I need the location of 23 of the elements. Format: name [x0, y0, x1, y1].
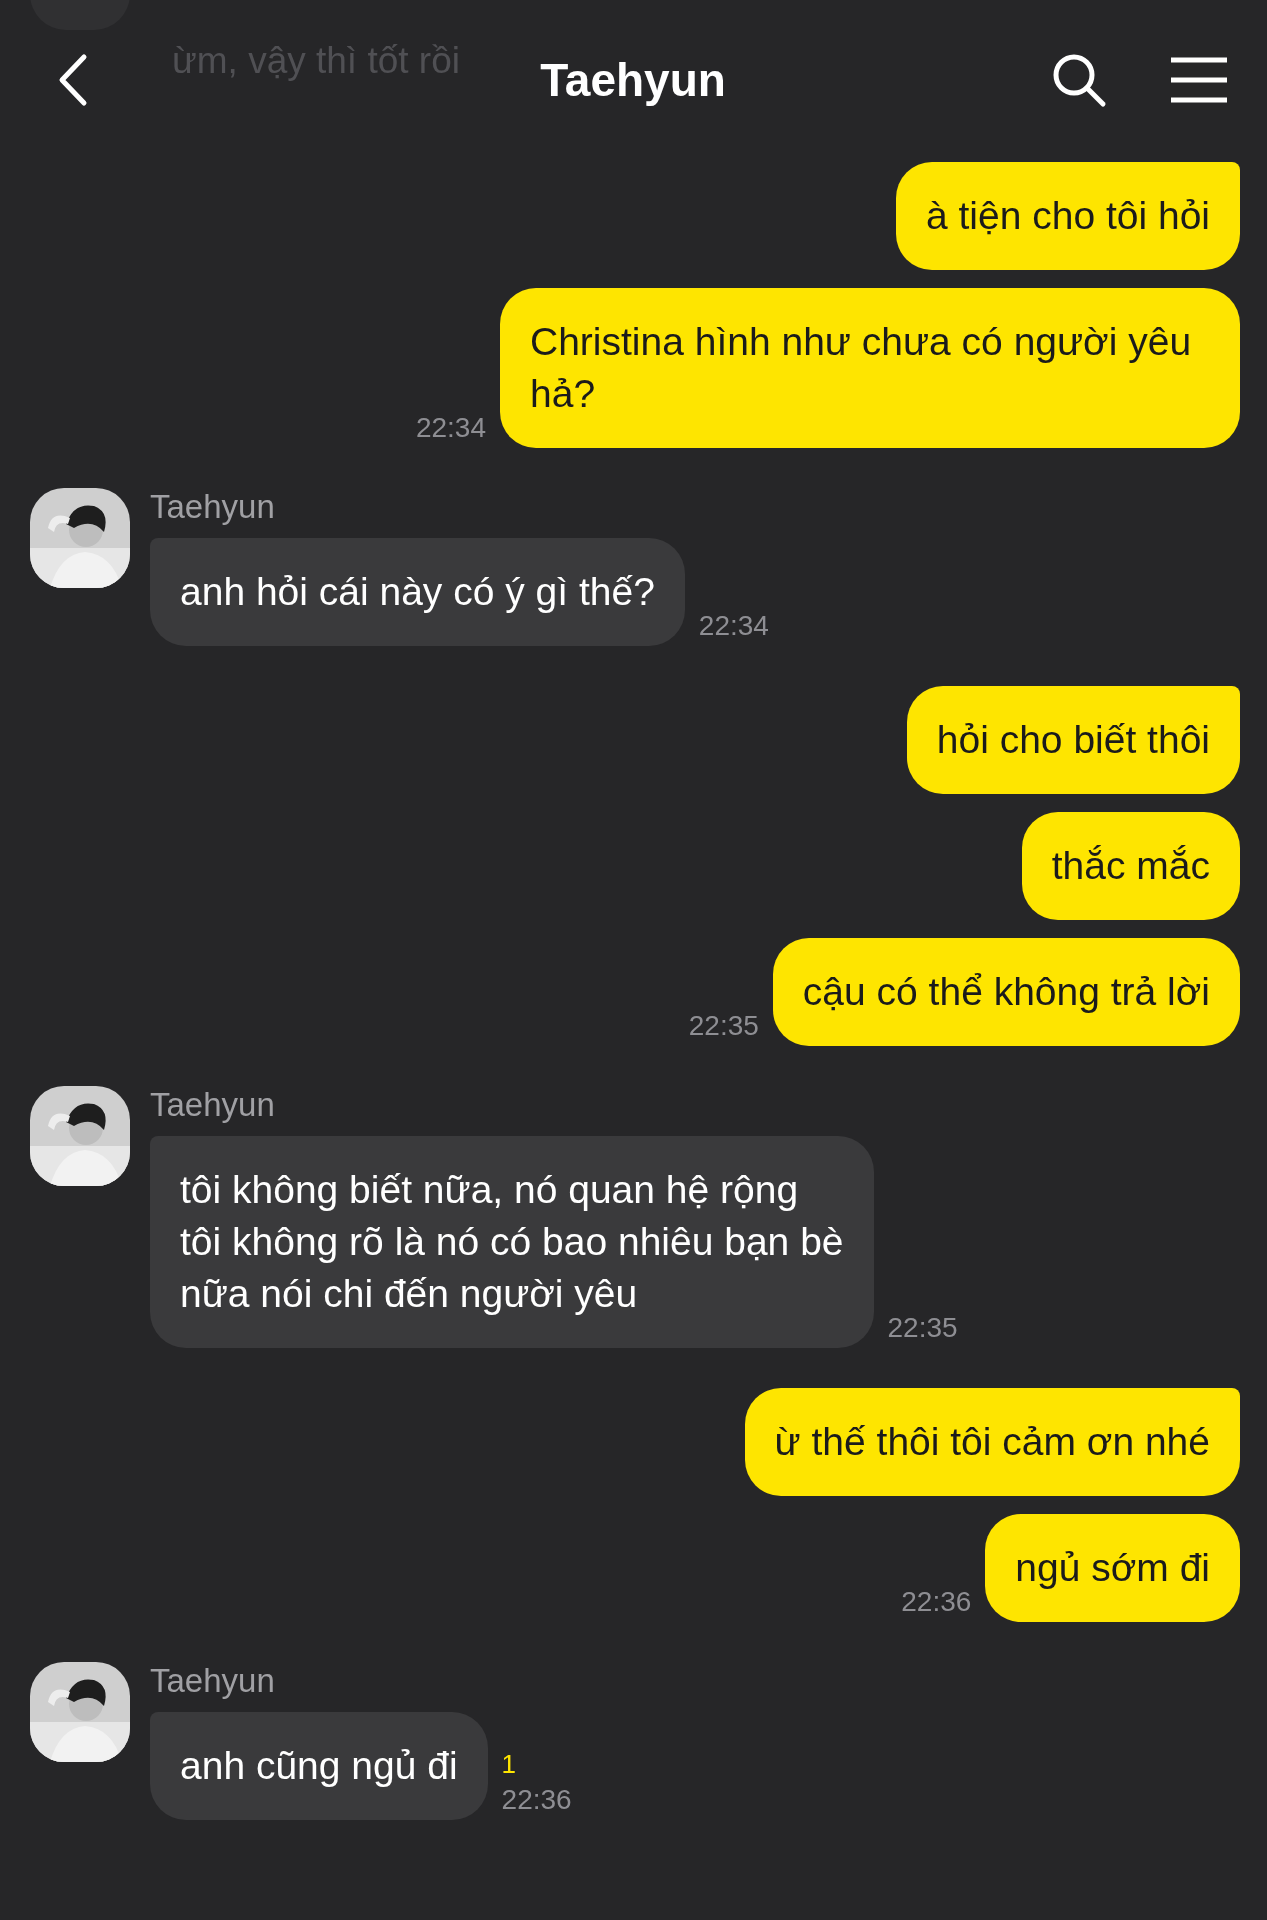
message-bubble: tôi không biết nữa, nó quan hệ rộng tôi không rõ là nó có bao nhiêu bạn bè nữa nói chi đến người yêu: [150, 1136, 874, 1348]
message-bubble: ngủ sớm đi: [985, 1514, 1240, 1622]
sender-name: Taehyun: [150, 1662, 276, 1700]
unread-count: 1: [501, 1749, 517, 1780]
sender-name: Taehyun: [150, 488, 276, 526]
message-bubble: Christina hình như chưa có người yêu hả?: [500, 288, 1240, 448]
menu-icon[interactable]: [1169, 57, 1229, 103]
search-icon[interactable]: [1051, 52, 1107, 108]
sender-name: Taehyun: [150, 1086, 276, 1124]
chat-title: Taehyun: [540, 53, 726, 107]
timestamp: 22:36: [901, 1586, 972, 1618]
timestamp: 22:35: [887, 1312, 958, 1344]
timestamp: 22:34: [698, 610, 769, 642]
timestamp: 22:34: [415, 412, 486, 444]
message-bubble: à tiện cho tôi hỏi: [895, 162, 1240, 270]
message-bubble: anh hỏi cái này có ý gì thế?: [150, 538, 685, 646]
timestamp: 22:35: [688, 1010, 759, 1042]
message-bubble: cậu có thể không trả lời: [772, 938, 1240, 1046]
message-bubble: anh cũng ngủ đi: [150, 1712, 488, 1820]
message-bubble: hỏi cho biết thôi: [906, 686, 1240, 794]
message-bubble: thắc mắc: [1021, 812, 1240, 920]
timestamp: 22:36: [501, 1784, 572, 1816]
message-bubble: ừ thế thôi tôi cảm ơn nhé: [744, 1388, 1240, 1496]
